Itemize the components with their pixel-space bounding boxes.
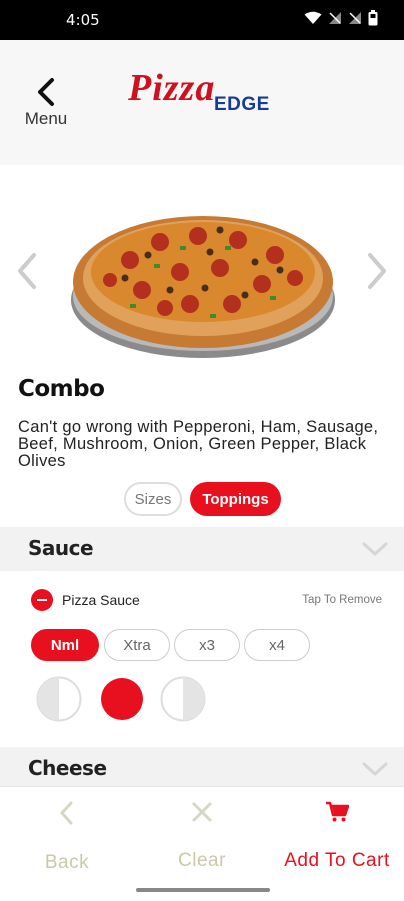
clear-button[interactable]: Clear [135, 801, 269, 872]
chevron-left-icon [38, 78, 54, 106]
clear-label: Clear [178, 850, 226, 871]
section-cheese-title: Cheese [28, 756, 107, 780]
carousel-next-icon[interactable] [366, 252, 388, 290]
close-icon [192, 802, 212, 822]
menu-label: Menu [24, 109, 68, 128]
cart-icon [326, 801, 350, 822]
chevron-down-icon [362, 762, 388, 776]
add-to-cart-button[interactable]: Add To Cart [270, 801, 404, 872]
amount-nml-button[interactable]: Nml [31, 629, 99, 661]
amount-xtra-button[interactable]: Xtra [104, 629, 170, 661]
amount-x3-button[interactable]: x3 [174, 629, 240, 661]
signal-icon-2 [349, 12, 361, 24]
status-bar: 4:05 [0, 0, 404, 40]
status-icons [304, 10, 378, 26]
home-indicator[interactable] [136, 888, 270, 892]
app-header: Menu Pizza EDGE [0, 40, 404, 165]
chevron-down-icon [362, 542, 388, 556]
topping-name: Pizza Sauce [62, 592, 140, 608]
chevron-left-icon [60, 801, 73, 825]
topping-row-pizza-sauce: Pizza Sauce Tap To Remove [0, 586, 404, 616]
add-to-cart-label: Add To Cart [284, 850, 390, 871]
logo-pizza-text: Pizza [128, 67, 216, 109]
right-half-portion-icon[interactable] [160, 676, 206, 722]
amount-x4-button[interactable]: x4 [244, 629, 310, 661]
logo-edge-text: EDGE [214, 94, 270, 115]
pizza-image [71, 216, 335, 358]
carousel-prev-icon[interactable] [16, 252, 38, 290]
product-carousel [0, 190, 404, 360]
wifi-icon [304, 11, 322, 24]
section-sauce-header[interactable]: Sauce [0, 527, 404, 571]
tab-toppings[interactable]: Toppings [190, 482, 281, 516]
remove-topping-button[interactable] [31, 589, 53, 611]
section-sauce-title: Sauce [28, 536, 94, 560]
section-cheese-header[interactable]: Cheese [0, 747, 404, 786]
status-time: 4:05 [66, 11, 100, 29]
pizza-edge-logo: Pizza EDGE [128, 66, 288, 116]
left-half-portion-icon[interactable] [36, 676, 82, 722]
back-label: Back [44, 852, 90, 873]
menu-button[interactable]: Menu [16, 77, 76, 137]
tab-sizes[interactable]: Sizes [124, 482, 182, 516]
tap-to-remove-link[interactable]: Tap To Remove [302, 594, 382, 606]
whole-portion-icon[interactable] [99, 676, 145, 722]
product-title: Combo [18, 376, 105, 402]
back-button[interactable]: Back [0, 801, 134, 874]
signal-icon [329, 12, 341, 24]
product-description: Can't go wrong with Pepperoni, Ham, Saus… [18, 418, 379, 470]
bottom-action-bar: Back Clear Add To Cart [0, 786, 404, 901]
battery-icon [368, 10, 378, 26]
